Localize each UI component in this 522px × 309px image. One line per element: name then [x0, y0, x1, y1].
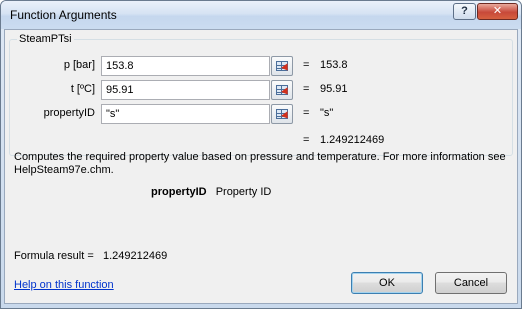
window-title: Function Arguments: [10, 8, 117, 22]
collapse-dialog-button-propertyid[interactable]: [271, 104, 293, 124]
argument-equals-p: =: [303, 59, 310, 71]
argument-row-p: p [bar] 153.8 = 153.8: [5, 56, 515, 76]
argument-input-p[interactable]: 153.8: [101, 56, 270, 76]
function-result-value: 1.249212469: [320, 134, 385, 146]
argument-row-t: t [ºC] 95.91 = 95.91: [5, 80, 515, 100]
cancel-button[interactable]: Cancel: [435, 272, 507, 294]
argument-equals-propertyid: =: [303, 107, 310, 119]
formula-result-label: Formula result =: [14, 250, 94, 262]
argument-equals-t: =: [303, 83, 310, 95]
argument-help-text: Property ID: [215, 186, 272, 198]
argument-label-p: p [bar]: [63, 59, 95, 71]
collapse-dialog-button-t[interactable]: [271, 80, 293, 100]
formula-result-value: 1.249212469: [103, 250, 168, 262]
function-result-equals: =: [303, 134, 310, 146]
argument-help-name: propertyID: [151, 186, 207, 198]
argument-result-p: 153.8: [320, 59, 348, 71]
argument-result-t: 95.91: [320, 83, 348, 95]
title-bar[interactable]: Function Arguments ? ✕: [1, 1, 521, 29]
argument-help: propertyID Property ID: [151, 186, 271, 198]
argument-input-t[interactable]: 95.91: [101, 80, 270, 100]
function-name-label: SteamPTsi: [17, 33, 74, 45]
ok-button[interactable]: OK: [351, 272, 423, 294]
dialog-body: SteamPTsi p [bar] 153.8 = 153.8 t [ºC] 9…: [4, 29, 518, 304]
argument-input-propertyid[interactable]: "s": [101, 104, 270, 124]
argument-label-t: t [ºC]: [70, 83, 95, 95]
close-button[interactable]: ✕: [477, 3, 518, 20]
argument-row-propertyid: propertyID "s" = "s": [5, 104, 515, 124]
function-arguments-dialog: Function Arguments ? ✕ SteamPTsi p [bar]…: [0, 0, 522, 309]
argument-result-propertyid: "s": [320, 107, 334, 119]
collapse-dialog-button-p[interactable]: [271, 56, 293, 76]
help-on-function-link[interactable]: Help on this function: [14, 279, 114, 291]
function-description: Computes the required property value bas…: [14, 151, 506, 176]
argument-label-propertyid: propertyID: [43, 107, 95, 119]
help-button[interactable]: ?: [453, 3, 476, 20]
